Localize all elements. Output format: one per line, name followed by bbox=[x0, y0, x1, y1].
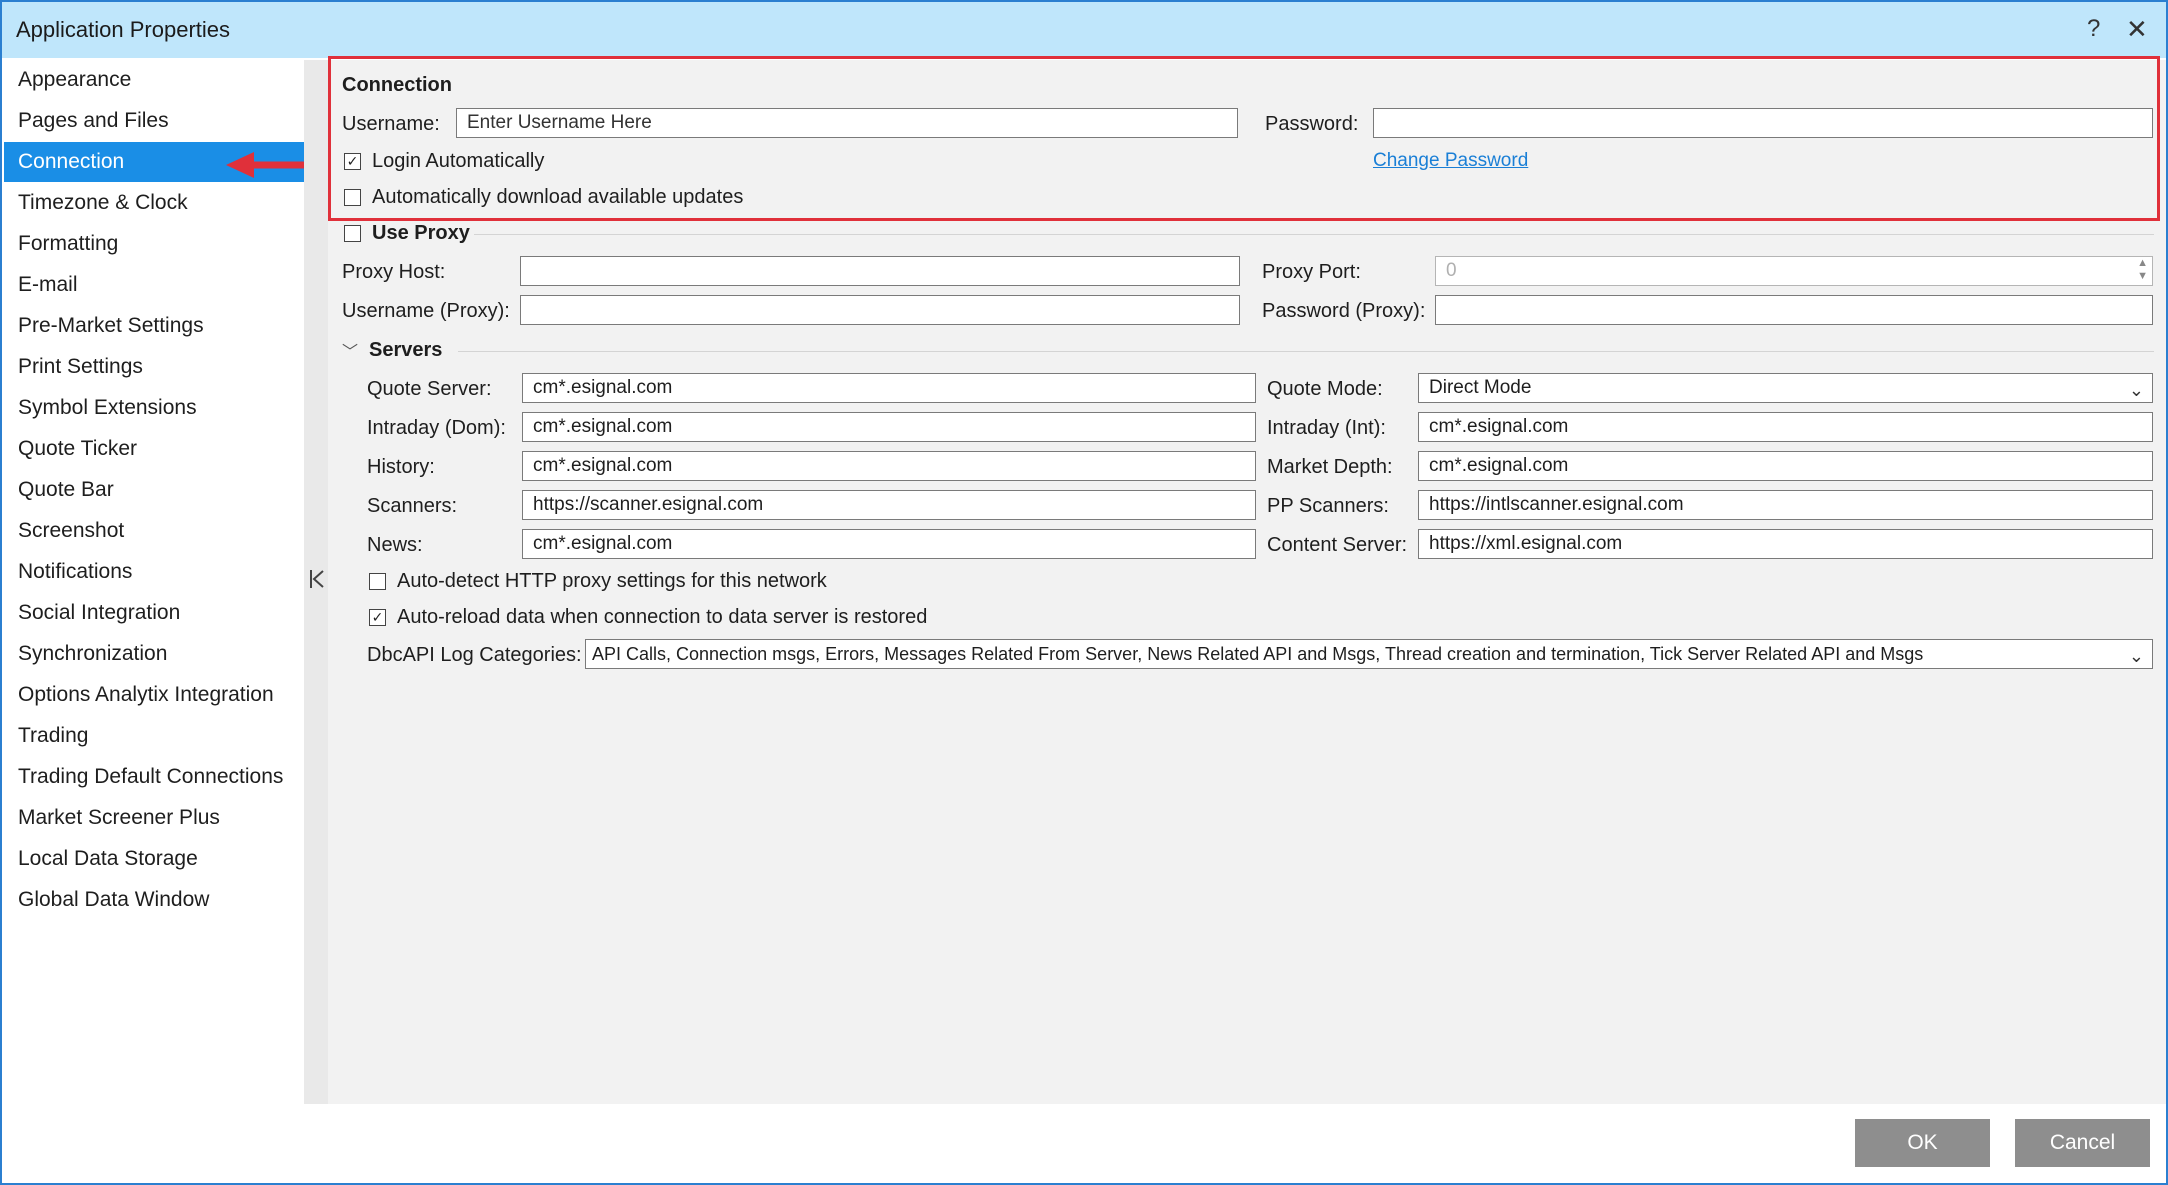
sidebar-item-timezone-clock[interactable]: Timezone & Clock bbox=[4, 183, 304, 223]
title-bar: Application Properties ? ✕ bbox=[2, 2, 2166, 58]
proxy-host-input[interactable] bbox=[520, 256, 1240, 286]
sidebar-item-trading[interactable]: Trading bbox=[4, 716, 304, 756]
content-server-label: Content Server: bbox=[1267, 534, 1408, 556]
proxy-username-input[interactable] bbox=[520, 295, 1240, 325]
intraday-int-input[interactable]: cm*.esignal.com bbox=[1418, 412, 2153, 442]
servers-chevron-down-icon[interactable]: ﹀ bbox=[342, 338, 358, 362]
servers-heading: Servers bbox=[369, 339, 443, 361]
connection-heading: Connection bbox=[342, 74, 452, 96]
password-input[interactable] bbox=[1373, 108, 2153, 138]
sidebar-item-synchronization[interactable]: Synchronization bbox=[4, 634, 304, 674]
log-categories-label: DbcAPI Log Categories: bbox=[367, 644, 582, 666]
sidebar-item-symbol-extensions[interactable]: Symbol Extensions bbox=[4, 388, 304, 428]
market-depth-input[interactable]: cm*.esignal.com bbox=[1418, 451, 2153, 481]
username-input[interactable]: Enter Username Here bbox=[456, 108, 1238, 138]
window-title: Application Properties bbox=[16, 17, 231, 42]
auto-download-updates-checkbox[interactable] bbox=[344, 189, 361, 206]
login-automatically-label: Login Automatically bbox=[372, 150, 545, 172]
quote-mode-select[interactable]: Direct Mode ⌄ bbox=[1418, 373, 2153, 403]
proxy-port-input[interactable]: 0 ▲ ▼ bbox=[1435, 256, 2153, 286]
proxy-password-label: Password (Proxy): bbox=[1262, 300, 1426, 322]
sidebar-item-formatting[interactable]: Formatting bbox=[4, 224, 304, 264]
application-properties-window: Application Properties ? ✕ Appearance Pa… bbox=[0, 0, 2168, 1185]
sidebar-item-print-settings[interactable]: Print Settings bbox=[4, 347, 304, 387]
close-icon[interactable]: ✕ bbox=[2126, 14, 2148, 44]
history-input[interactable]: cm*.esignal.com bbox=[522, 451, 1256, 481]
chevron-down-icon: ⌄ bbox=[2128, 380, 2144, 400]
sidebar-item-options-analytix-integration[interactable]: Options Analytix Integration bbox=[4, 675, 304, 715]
proxy-username-label: Username (Proxy): bbox=[342, 300, 510, 322]
quote-mode-label: Quote Mode: bbox=[1267, 378, 1383, 400]
proxy-divider bbox=[474, 234, 2154, 235]
ok-button[interactable]: OK bbox=[1855, 1119, 1990, 1167]
auto-download-updates-label: Automatically download available updates bbox=[372, 186, 744, 208]
sidebar-item-quote-bar[interactable]: Quote Bar bbox=[4, 470, 304, 510]
quote-server-label: Quote Server: bbox=[367, 378, 492, 400]
sidebar-item-email[interactable]: E-mail bbox=[4, 265, 304, 305]
auto-detect-proxy-checkbox[interactable] bbox=[369, 573, 386, 590]
sidebar: Appearance Pages and Files Connection Ti… bbox=[4, 60, 304, 1104]
log-categories-value: API Calls, Connection msgs, Errors, Mess… bbox=[592, 644, 1924, 664]
use-proxy-checkbox[interactable] bbox=[344, 225, 361, 242]
login-automatically-checkbox[interactable]: ✓ bbox=[344, 153, 361, 170]
spinner-icon[interactable]: ▲ ▼ bbox=[2137, 257, 2148, 283]
sidebar-item-trading-default-connections[interactable]: Trading Default Connections bbox=[4, 757, 304, 797]
sidebar-item-pages-and-files[interactable]: Pages and Files bbox=[4, 101, 304, 141]
proxy-port-label: Proxy Port: bbox=[1262, 261, 1361, 283]
content-server-input[interactable]: https://xml.esignal.com bbox=[1418, 529, 2153, 559]
news-input[interactable]: cm*.esignal.com bbox=[522, 529, 1256, 559]
help-icon[interactable]: ? bbox=[2087, 14, 2100, 44]
auto-reload-checkbox[interactable]: ✓ bbox=[369, 609, 386, 626]
password-label: Password: bbox=[1265, 113, 1359, 135]
auto-detect-proxy-label: Auto-detect HTTP proxy settings for this… bbox=[397, 570, 827, 592]
sidebar-item-global-data-window[interactable]: Global Data Window bbox=[4, 880, 304, 920]
sidebar-item-market-screener-plus[interactable]: Market Screener Plus bbox=[4, 798, 304, 838]
market-depth-label: Market Depth: bbox=[1267, 456, 1393, 478]
intraday-dom-label: Intraday (Dom): bbox=[367, 417, 506, 439]
scanners-input[interactable]: https://scanner.esignal.com bbox=[522, 490, 1256, 520]
pp-scanners-input[interactable]: https://intlscanner.esignal.com bbox=[1418, 490, 2153, 520]
proxy-host-label: Proxy Host: bbox=[342, 261, 446, 283]
proxy-port-value: 0 bbox=[1446, 260, 1457, 281]
use-proxy-label: Use Proxy bbox=[372, 222, 470, 244]
sidebar-item-local-data-storage[interactable]: Local Data Storage bbox=[4, 839, 304, 879]
history-label: History: bbox=[367, 456, 435, 478]
sidebar-item-quote-ticker[interactable]: Quote Ticker bbox=[4, 429, 304, 469]
sidebar-item-appearance[interactable]: Appearance bbox=[4, 60, 304, 100]
proxy-password-input[interactable] bbox=[1435, 295, 2153, 325]
sidebar-item-social-integration[interactable]: Social Integration bbox=[4, 593, 304, 633]
scanners-label: Scanners: bbox=[367, 495, 458, 517]
auto-reload-label: Auto-reload data when connection to data… bbox=[397, 606, 928, 628]
servers-divider bbox=[458, 351, 2154, 352]
collapse-sidebar-icon[interactable] bbox=[308, 568, 326, 596]
sidebar-item-screenshot[interactable]: Screenshot bbox=[4, 511, 304, 551]
chevron-down-icon: ⌄ bbox=[2128, 646, 2144, 666]
sidebar-item-pre-market-settings[interactable]: Pre-Market Settings bbox=[4, 306, 304, 346]
quote-mode-value: Direct Mode bbox=[1429, 377, 1532, 398]
news-label: News: bbox=[367, 534, 423, 556]
cancel-button[interactable]: Cancel bbox=[2015, 1119, 2150, 1167]
quote-server-input[interactable]: cm*.esignal.com bbox=[522, 373, 1256, 403]
change-password-link[interactable]: Change Password bbox=[1373, 150, 1528, 172]
log-categories-select[interactable]: API Calls, Connection msgs, Errors, Mess… bbox=[585, 639, 2153, 669]
username-label: Username: bbox=[342, 113, 440, 135]
pp-scanners-label: PP Scanners: bbox=[1267, 495, 1389, 517]
intraday-int-label: Intraday (Int): bbox=[1267, 417, 1386, 439]
intraday-dom-input[interactable]: cm*.esignal.com bbox=[522, 412, 1256, 442]
sidebar-item-notifications[interactable]: Notifications bbox=[4, 552, 304, 592]
